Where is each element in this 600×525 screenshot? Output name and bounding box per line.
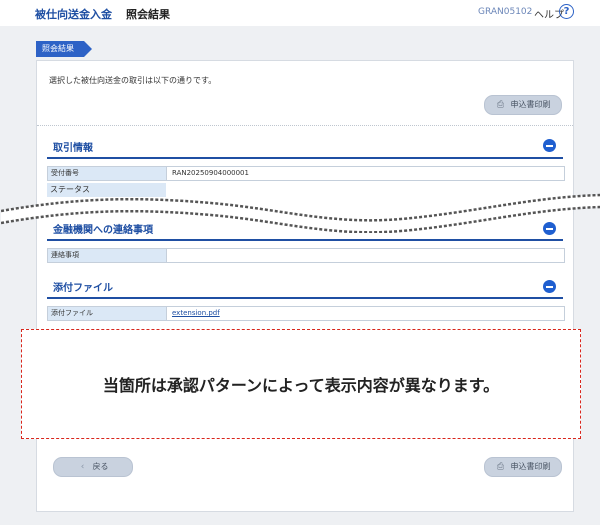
question-circle-icon[interactable]: ?: [559, 4, 574, 19]
top-bar: 被仕向送金入金 照会結果 GRAN05102 ヘルプ ?: [0, 0, 600, 26]
breadcrumb-current: 照会結果: [36, 41, 92, 57]
section-title-contact: 金融機関への連絡事項: [53, 225, 153, 236]
section-divider: [47, 239, 563, 241]
pattern-note-text: 当箇所は承認パターンによって表示内容が異なります。: [102, 376, 500, 395]
screen-id: GRAN05102: [478, 7, 533, 17]
row-label: 添付ファイル: [48, 307, 167, 320]
divider: [37, 125, 573, 126]
collapse-transaction-icon[interactable]: [543, 139, 556, 152]
breadcrumb: 照会結果: [36, 36, 92, 57]
page-title: 照会結果: [126, 8, 170, 21]
print-application-button-top[interactable]: ⎙ 申込書印刷: [484, 95, 562, 115]
row-value: RAN20250904000001: [172, 169, 249, 177]
print-application-button-bottom[interactable]: ⎙ 申込書印刷: [484, 457, 562, 477]
table-row: 受付番号 RAN20250904000001: [47, 166, 565, 181]
chevron-left-icon: ‹: [80, 462, 85, 472]
table-row: 連絡事項: [47, 248, 565, 263]
pattern-note: 当箇所は承認パターンによって表示内容が異なります。: [21, 329, 581, 439]
table-row: 添付ファイル extension.pdf: [47, 306, 565, 321]
back-button[interactable]: ‹ 戻る: [53, 457, 133, 477]
section-divider: [47, 297, 563, 299]
section-title-attachment: 添付ファイル: [53, 283, 113, 294]
description-text: 選択した被仕向送金の取引は以下の通りです。: [49, 76, 217, 85]
app-title: 被仕向送金入金: [35, 8, 112, 21]
section-title-transaction: 取引情報: [53, 143, 93, 154]
attachment-file-link[interactable]: extension.pdf: [172, 307, 220, 320]
row-label: 連絡事項: [48, 249, 167, 262]
collapse-attachment-icon[interactable]: [543, 280, 556, 293]
row-label: 受付番号: [48, 167, 167, 180]
printer-icon: ⎙: [496, 100, 505, 110]
section-divider: [47, 157, 563, 159]
result-panel: 選択した被仕向送金の取引は以下の通りです。 ⎙ 申込書印刷 取引情報 受付番号 R…: [1, 60, 600, 512]
printer-icon: ⎙: [496, 462, 505, 472]
collapse-contact-icon[interactable]: [543, 222, 556, 235]
